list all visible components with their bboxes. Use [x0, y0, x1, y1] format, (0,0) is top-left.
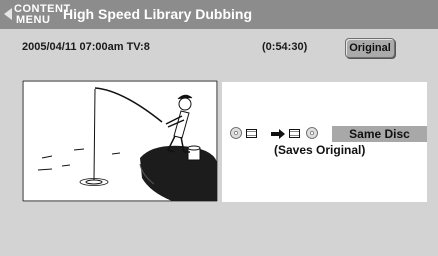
page-title: High Speed Library Dubbing	[63, 6, 253, 22]
film-frame-icon	[246, 129, 257, 138]
recording-duration: (0:54:30)	[262, 41, 308, 53]
same-disc-mode-option[interactable]: Same Disc	[332, 126, 427, 142]
disc-icon	[306, 127, 318, 139]
fisherman-illustration	[22, 80, 218, 202]
title-thumbnail	[22, 80, 218, 202]
dubbing-mode-row: Same Disc	[228, 126, 427, 142]
back-triangle-icon	[4, 8, 12, 20]
dubbing-mode-panel: Same Disc (Saves Original)	[222, 82, 427, 202]
content-menu-button[interactable]: CONTENT MENU	[4, 2, 70, 28]
mode-description: (Saves Original)	[274, 143, 366, 157]
original-button[interactable]: Original	[345, 38, 395, 58]
disc-icon	[230, 127, 242, 139]
recording-datetime: 2005/04/11 07:00am TV:8	[22, 41, 150, 53]
film-frame-icon	[289, 129, 300, 138]
right-arrow-icon	[271, 129, 285, 139]
header-bar: CONTENT MENU High Speed Library Dubbing	[0, 0, 438, 29]
menu-label-line2: MENU	[16, 14, 51, 26]
